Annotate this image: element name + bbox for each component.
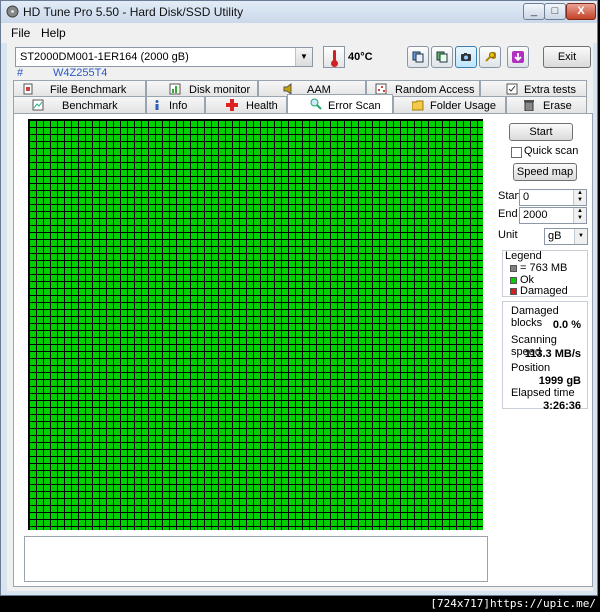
quick-scan-label: Quick scan bbox=[524, 145, 579, 157]
trash-can-icon bbox=[524, 100, 534, 111]
tab-label: Folder Usage bbox=[430, 100, 497, 112]
drive-select-value: ST2000DM001-1ER164 (2000 gB) bbox=[20, 51, 189, 63]
tab-info[interactable]: Info bbox=[146, 96, 205, 113]
tab-erase[interactable]: Erase bbox=[506, 96, 587, 113]
legend-block-size: = 763 MB bbox=[520, 262, 568, 274]
legend-block-swatch bbox=[510, 265, 517, 272]
screenshot-button[interactable] bbox=[455, 46, 477, 68]
tab-health[interactable]: Health bbox=[205, 96, 287, 113]
main-window: HD Tune Pro 5.50 - Hard Disk/SSD Utility… bbox=[0, 0, 598, 596]
start-input[interactable]: 0 ▲ ▼ bbox=[519, 189, 587, 206]
copy-all-button[interactable] bbox=[431, 46, 453, 68]
start-input-value: 0 bbox=[523, 191, 530, 203]
legend-title: Legend bbox=[505, 250, 542, 262]
download-button[interactable] bbox=[507, 46, 529, 68]
menu-help[interactable]: Help bbox=[41, 26, 66, 40]
settings-wrench-icon bbox=[484, 51, 497, 63]
tab-disk-monitor[interactable]: Disk monitor bbox=[146, 80, 258, 97]
legend-damaged-swatch bbox=[510, 288, 517, 295]
legend-damaged-label: Damaged bbox=[520, 285, 568, 297]
tab-benchmark[interactable]: Benchmark bbox=[13, 96, 146, 113]
scan-stats-box: Damaged blocks 0.0 % Scanning speed 113.… bbox=[502, 301, 588, 412]
download-icon bbox=[512, 51, 524, 63]
camera-icon bbox=[460, 51, 472, 63]
position-label: Position bbox=[511, 362, 551, 374]
scan-block-map bbox=[28, 119, 483, 530]
drive-select[interactable]: ST2000DM001-1ER164 (2000 gB) ▼ bbox=[15, 47, 313, 67]
tab-file-benchmark[interactable]: File Benchmark bbox=[13, 80, 146, 97]
menu-file[interactable]: File bbox=[11, 26, 30, 40]
copy-info-button[interactable] bbox=[407, 46, 429, 68]
health-cross-icon bbox=[226, 99, 238, 111]
tab-folder-usage[interactable]: Folder Usage bbox=[393, 96, 506, 113]
exit-button[interactable]: Exit bbox=[543, 46, 591, 68]
elapsed-time-value: 3:26:36 bbox=[543, 400, 581, 412]
start-spin-arrows-icon[interactable]: ▲ ▼ bbox=[573, 190, 586, 205]
end-label: End bbox=[498, 208, 518, 220]
speed-map-button[interactable]: Speed map bbox=[513, 163, 577, 181]
window-title: HD Tune Pro 5.50 - Hard Disk/SSD Utility bbox=[23, 5, 244, 19]
info-icon bbox=[155, 100, 159, 110]
disk-monitor-icon bbox=[169, 83, 181, 95]
tab-label: Erase bbox=[543, 100, 572, 112]
extra-tests-icon bbox=[506, 83, 518, 95]
maximize-button[interactable]: □ bbox=[544, 3, 566, 20]
end-spin-arrows-icon[interactable]: ▲ ▼ bbox=[573, 208, 586, 223]
image-footer: [724x717]https://upic.me/ bbox=[0, 596, 600, 612]
close-button[interactable]: X bbox=[566, 3, 596, 20]
unit-label: Unit bbox=[498, 229, 518, 241]
quick-scan-checkbox[interactable] bbox=[511, 147, 522, 158]
error-scan-panel: Start Quick scan Speed map Start 0 ▲ ▼ En… bbox=[13, 113, 593, 587]
thermometer-icon bbox=[323, 46, 345, 68]
menu-bar: File Help bbox=[1, 23, 597, 43]
legend-box: Legend = 763 MB Ok Damaged bbox=[502, 250, 588, 297]
chevron-down-icon[interactable]: ▼ bbox=[574, 229, 587, 244]
end-input[interactable]: 2000 ▲ ▼ bbox=[519, 207, 587, 224]
unit-select-value: gB bbox=[548, 230, 562, 242]
drive-serial: W4Z255T4 bbox=[53, 67, 108, 79]
serial-hash: # bbox=[17, 67, 24, 79]
start-scan-button[interactable]: Start bbox=[509, 123, 573, 141]
copy-info-icon bbox=[412, 51, 424, 63]
folder-icon bbox=[412, 100, 424, 111]
position-value: 1999 gB bbox=[538, 375, 581, 387]
tab-error-scan[interactable]: Error Scan bbox=[287, 94, 393, 113]
options-button[interactable] bbox=[479, 46, 501, 68]
tab-label: Benchmark bbox=[62, 100, 118, 112]
app-disk-icon bbox=[6, 5, 19, 18]
file-benchmark-icon bbox=[23, 83, 33, 95]
benchmark-icon bbox=[32, 99, 44, 111]
minimize-button[interactable]: _ bbox=[523, 3, 545, 20]
start-label: Start bbox=[498, 190, 522, 202]
chevron-down-icon[interactable]: ▼ bbox=[295, 48, 312, 66]
tab-label: Health bbox=[246, 100, 278, 112]
tab-label: Info bbox=[169, 100, 188, 112]
scanning-speed-value: 113.3 MB/s bbox=[524, 348, 581, 360]
scan-log-area[interactable] bbox=[24, 536, 488, 582]
copy-all-icon bbox=[436, 51, 448, 63]
magnifier-icon bbox=[310, 98, 322, 110]
unit-select[interactable]: gB ▼ bbox=[544, 228, 588, 245]
title-bar: HD Tune Pro 5.50 - Hard Disk/SSD Utility… bbox=[1, 1, 597, 23]
elapsed-time-label: Elapsed time bbox=[511, 387, 575, 399]
watermark-text: [724x717]https://upic.me/ bbox=[430, 597, 596, 610]
tab-extra-tests[interactable]: Extra tests bbox=[480, 80, 587, 97]
tab-label: Error Scan bbox=[328, 100, 381, 112]
end-input-value: 2000 bbox=[523, 209, 548, 221]
damaged-blocks-value: 0.0 % bbox=[552, 319, 581, 331]
temperature-readout: 40°C bbox=[348, 51, 373, 63]
legend-ok-swatch bbox=[510, 277, 517, 284]
content-area: ST2000DM001-1ER164 (2000 gB) ▼ # W4Z255T… bbox=[7, 43, 593, 591]
scan-block-grid bbox=[29, 120, 483, 530]
